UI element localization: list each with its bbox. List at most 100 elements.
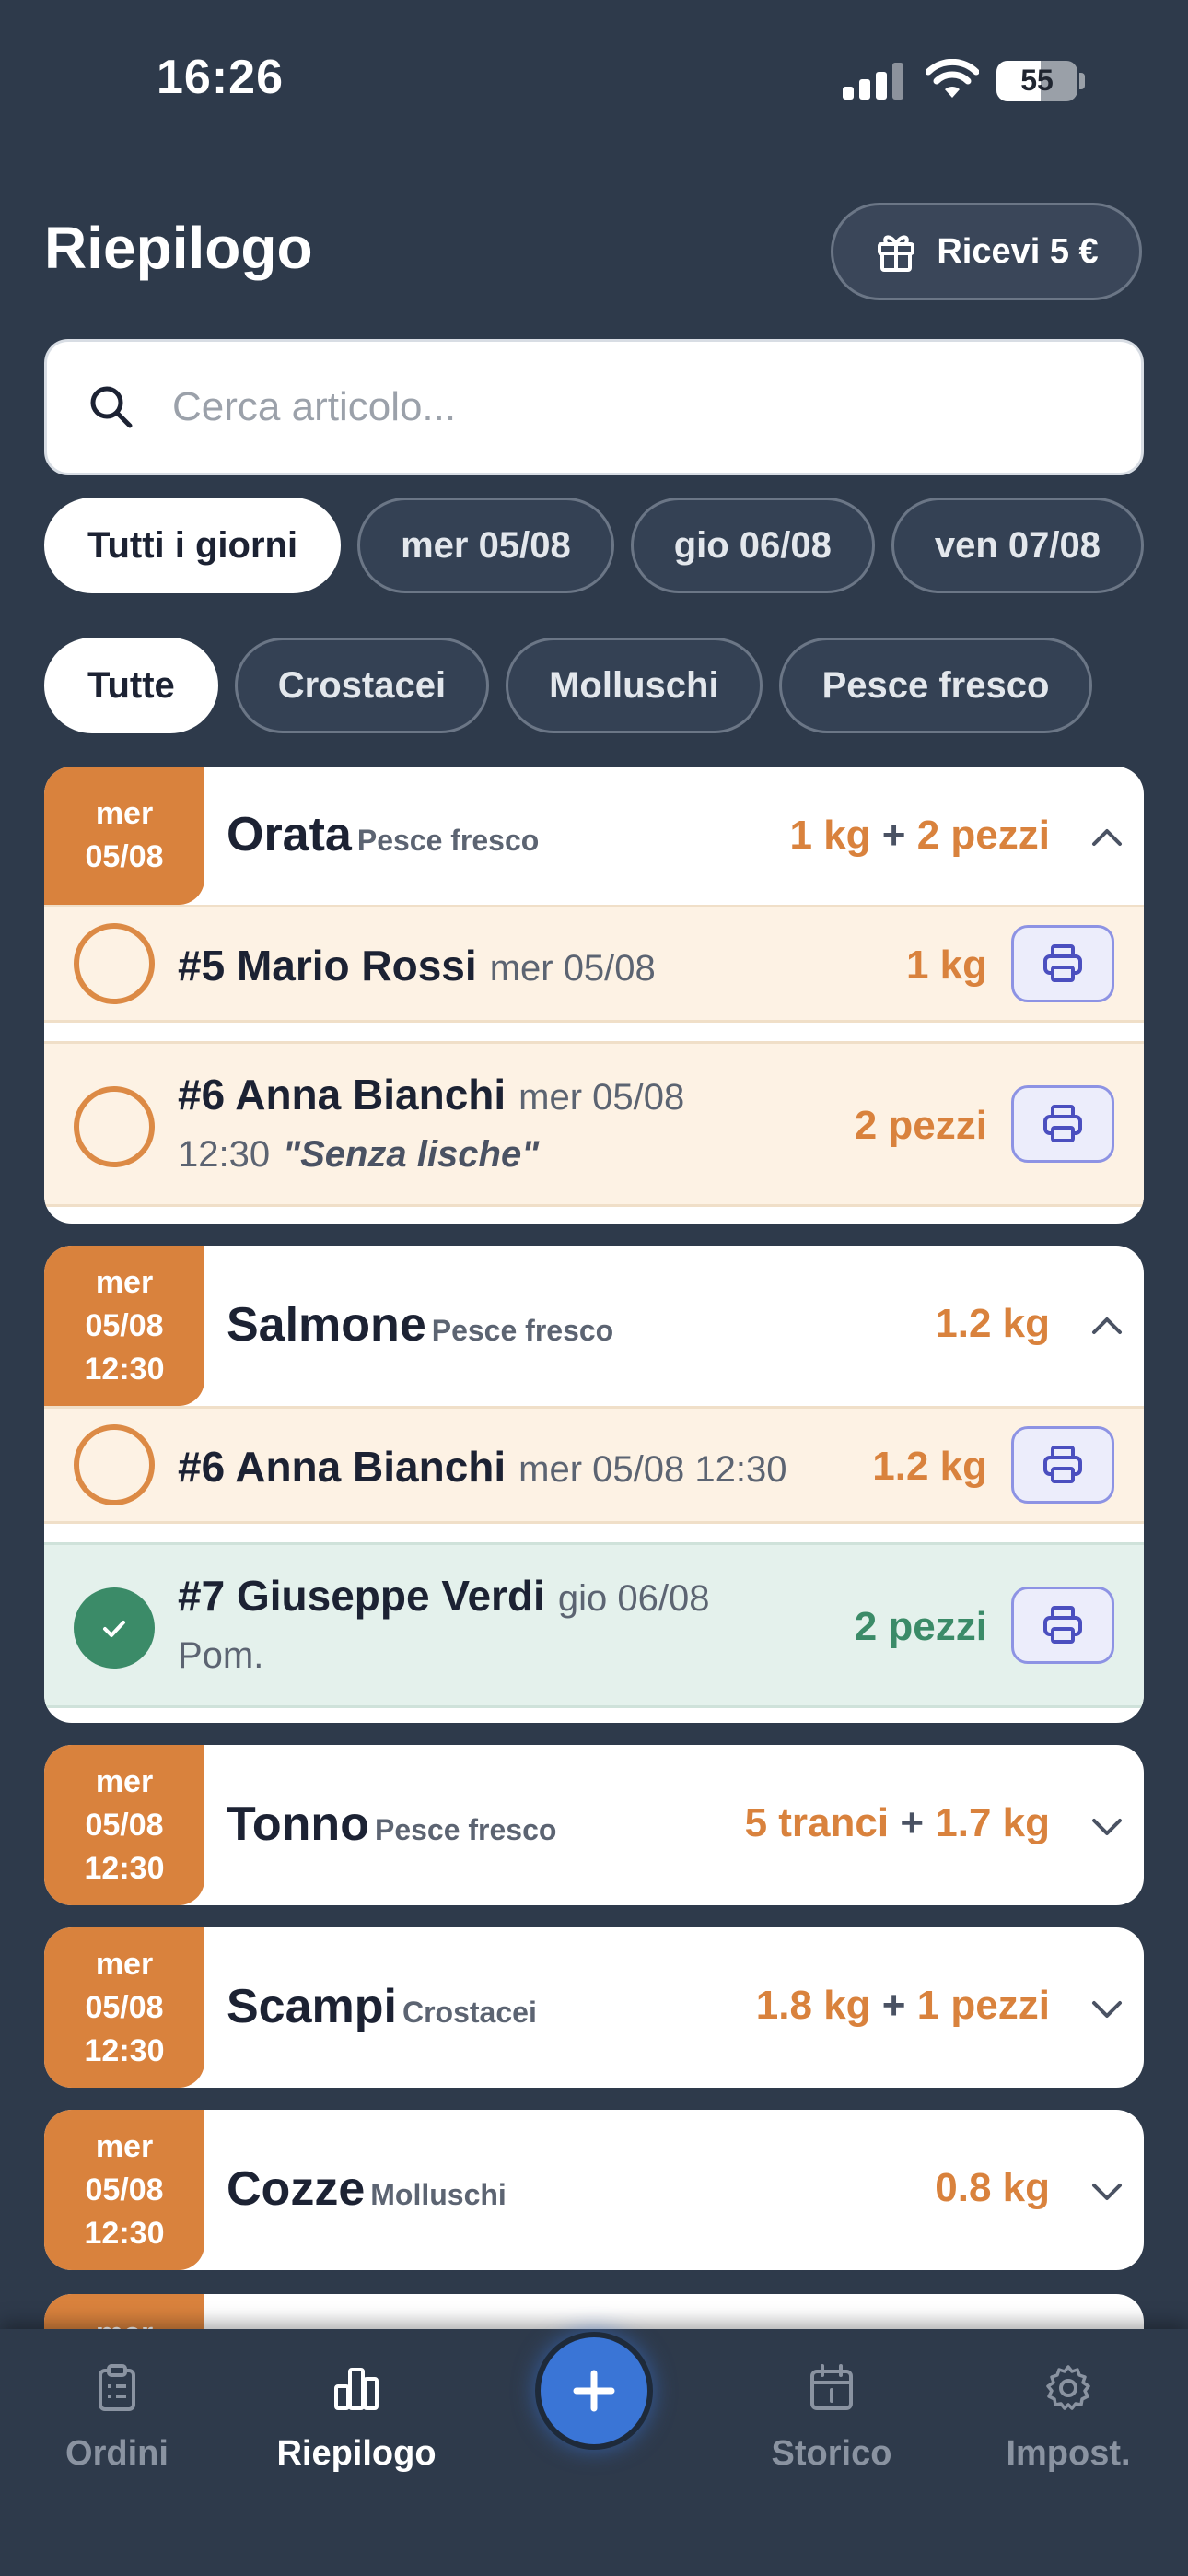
product-header[interactable]: mer 05/08 Orata Pesce fresco 1 kg + 2 pez…	[44, 767, 1144, 905]
nav-label: Storico	[771, 2434, 892, 2473]
product-category: Pesce fresco	[356, 824, 540, 857]
product-name: Orata Pesce fresco	[227, 807, 539, 862]
order-subline: 12:30 "Senza lische"	[178, 1134, 539, 1176]
product-card[interactable]: mer 05/08 12:30 Tonno Pesce fresco 5 tran…	[44, 1745, 1144, 1905]
product-name: Cozze Molluschi	[227, 2161, 507, 2217]
qty-part: 2 pezzi	[916, 813, 1050, 858]
print-button[interactable]	[1011, 1426, 1114, 1504]
order-date: mer 05/08 12:30	[518, 1449, 787, 1490]
qty-plus: +	[881, 1983, 906, 2028]
print-button[interactable]	[1011, 1085, 1114, 1163]
day-chip[interactable]: mer 05/08	[357, 498, 614, 593]
search-box[interactable]	[44, 339, 1144, 475]
chevron-up-icon[interactable]	[1087, 1305, 1127, 1345]
print-button[interactable]	[1011, 925, 1114, 1002]
category-chip[interactable]: Crostacei	[234, 638, 490, 733]
date-badge-line: 05/08	[85, 839, 164, 874]
chevron-up-icon[interactable]	[1087, 816, 1127, 857]
date-badge-line: mer	[95, 1264, 154, 1300]
status-circle[interactable]	[74, 1424, 155, 1505]
order-subline: Pom.	[178, 1635, 264, 1676]
completed-check[interactable]	[74, 1587, 155, 1669]
nav-item-settings[interactable]: Impost.	[967, 2362, 1170, 2474]
status-bar: 16:26 55	[0, 0, 1188, 157]
order-qty: 2 pezzi	[854, 1103, 987, 1148]
date-badge: mer 05/08 12:30	[44, 1745, 204, 1905]
search-input[interactable]	[172, 384, 1093, 430]
order-name: #5 Mario Rossi	[178, 942, 477, 989]
printer-icon	[1043, 1446, 1082, 1483]
nav-item-history[interactable]: Storico	[730, 2362, 933, 2474]
product-name-text: Salmone	[227, 1298, 426, 1352]
order-time: 12:30	[178, 1134, 271, 1175]
product-name: Scampi Crostacei	[227, 1979, 537, 2034]
category-chip-all[interactable]: Tutte	[44, 638, 218, 733]
order-title: #7 Giuseppe Verdi gio 06/08	[178, 1571, 709, 1621]
order-row-completed[interactable]: #7 Giuseppe Verdi gio 06/08 Pom. 2 pezzi	[44, 1542, 1144, 1708]
gear-icon	[1046, 2365, 1090, 2410]
date-badge-line: mer	[95, 796, 154, 831]
order-qty: 2 pezzi	[854, 1604, 987, 1649]
order-title: #6 Anna Bianchi mer 05/08 12:30	[178, 1442, 786, 1492]
add-order-button[interactable]	[535, 2332, 653, 2450]
category-chip[interactable]: Pesce fresco	[778, 638, 1093, 733]
order-row[interactable]: #6 Anna Bianchi mer 05/08 12:30 1.2 kg	[44, 1406, 1144, 1524]
date-badge-line: 05/08	[85, 1807, 164, 1843]
date-badge-line: mer	[95, 1946, 154, 1982]
printer-icon	[1043, 944, 1082, 982]
order-date: mer 05/08	[489, 948, 656, 989]
product-card[interactable]: mer 05/08 12:30 Scampi Crostacei 1.8 kg +…	[44, 1927, 1144, 2088]
product-name: Salmone Pesce fresco	[227, 1297, 613, 1352]
product-total-qty: 1 kg + 2 pezzi	[790, 813, 1051, 859]
status-circle[interactable]	[74, 923, 155, 1004]
product-name: Tonno Pesce fresco	[227, 1797, 556, 1852]
nav-item-orders[interactable]: Ordini	[16, 2362, 218, 2474]
reward-label: Ricevi 5 €	[937, 231, 1099, 271]
chevron-down-icon[interactable]	[1087, 2171, 1127, 2211]
day-filter-row: Tutti i giorni mer 05/08 gio 06/08 ven 07/0…	[44, 498, 1144, 595]
qty-part: 1.7 kg	[935, 1800, 1050, 1845]
order-title: #6 Anna Bianchi mer 05/08	[178, 1070, 684, 1119]
qty-plus: +	[881, 813, 906, 858]
checkmark-icon	[103, 1621, 125, 1637]
search-icon	[90, 386, 133, 428]
nav-item-summary[interactable]: Riepilogo	[255, 2362, 458, 2474]
chevron-down-icon[interactable]	[1087, 1988, 1127, 2029]
product-header[interactable]: mer 05/08 12:30 Salmone Pesce fresco 1.2 …	[44, 1246, 1144, 1406]
printer-icon	[1043, 1105, 1082, 1142]
day-chip[interactable]: ven 07/08	[891, 498, 1144, 593]
qty-part: 5 tranci	[744, 1800, 890, 1845]
order-row[interactable]: #6 Anna Bianchi mer 05/08 12:30 "Senza lis…	[44, 1041, 1144, 1207]
category-filter-row: Tutte Crostacei Molluschi Pesce fresco	[44, 638, 1144, 735]
chevron-down-icon[interactable]	[1087, 1806, 1127, 1846]
print-button[interactable]	[1011, 1587, 1114, 1664]
date-badge: mer 05/08 12:30	[44, 1927, 204, 2088]
status-circle[interactable]	[74, 1086, 155, 1167]
product-category: Crostacei	[402, 1996, 537, 2029]
reward-button[interactable]: Ricevi 5 €	[831, 203, 1142, 300]
date-badge: mer 05/08 12:30	[44, 1246, 204, 1406]
day-chip-all[interactable]: Tutti i giorni	[44, 498, 342, 593]
order-note: "Senza lische"	[283, 1134, 540, 1175]
category-chip[interactable]: Molluschi	[506, 638, 763, 733]
page-title: Riepilogo	[44, 215, 313, 281]
date-badge-line: 12:30	[84, 1850, 165, 1886]
date-badge-line: 05/08	[85, 2172, 164, 2207]
battery-tip	[1079, 73, 1085, 89]
nav-label: Ordini	[65, 2434, 169, 2473]
date-badge-line: 12:30	[84, 1351, 165, 1387]
product-card[interactable]: mer 05/08 12:30 Cozze Molluschi 0.8 kg	[44, 2110, 1144, 2270]
order-title: #5 Mario Rossi mer 05/08	[178, 941, 656, 990]
order-row[interactable]: #5 Mario Rossi mer 05/08 1 kg	[44, 905, 1144, 1023]
printer-icon	[1043, 1606, 1082, 1644]
date-badge: mer 05/08	[44, 767, 204, 905]
product-total-qty: 5 tranci + 1.7 kg	[745, 1800, 1050, 1846]
bar-chart-icon	[334, 2368, 379, 2410]
product-name-text: Scampi	[227, 1980, 397, 2033]
order-name: #7 Giuseppe Verdi	[178, 1572, 545, 1620]
status-time: 16:26	[157, 51, 284, 104]
qty-part: 1 pezzi	[916, 1983, 1050, 2028]
day-chip[interactable]: gio 06/08	[630, 498, 875, 593]
calendar-icon	[810, 2364, 853, 2410]
date-badge-line: 12:30	[84, 2215, 165, 2251]
